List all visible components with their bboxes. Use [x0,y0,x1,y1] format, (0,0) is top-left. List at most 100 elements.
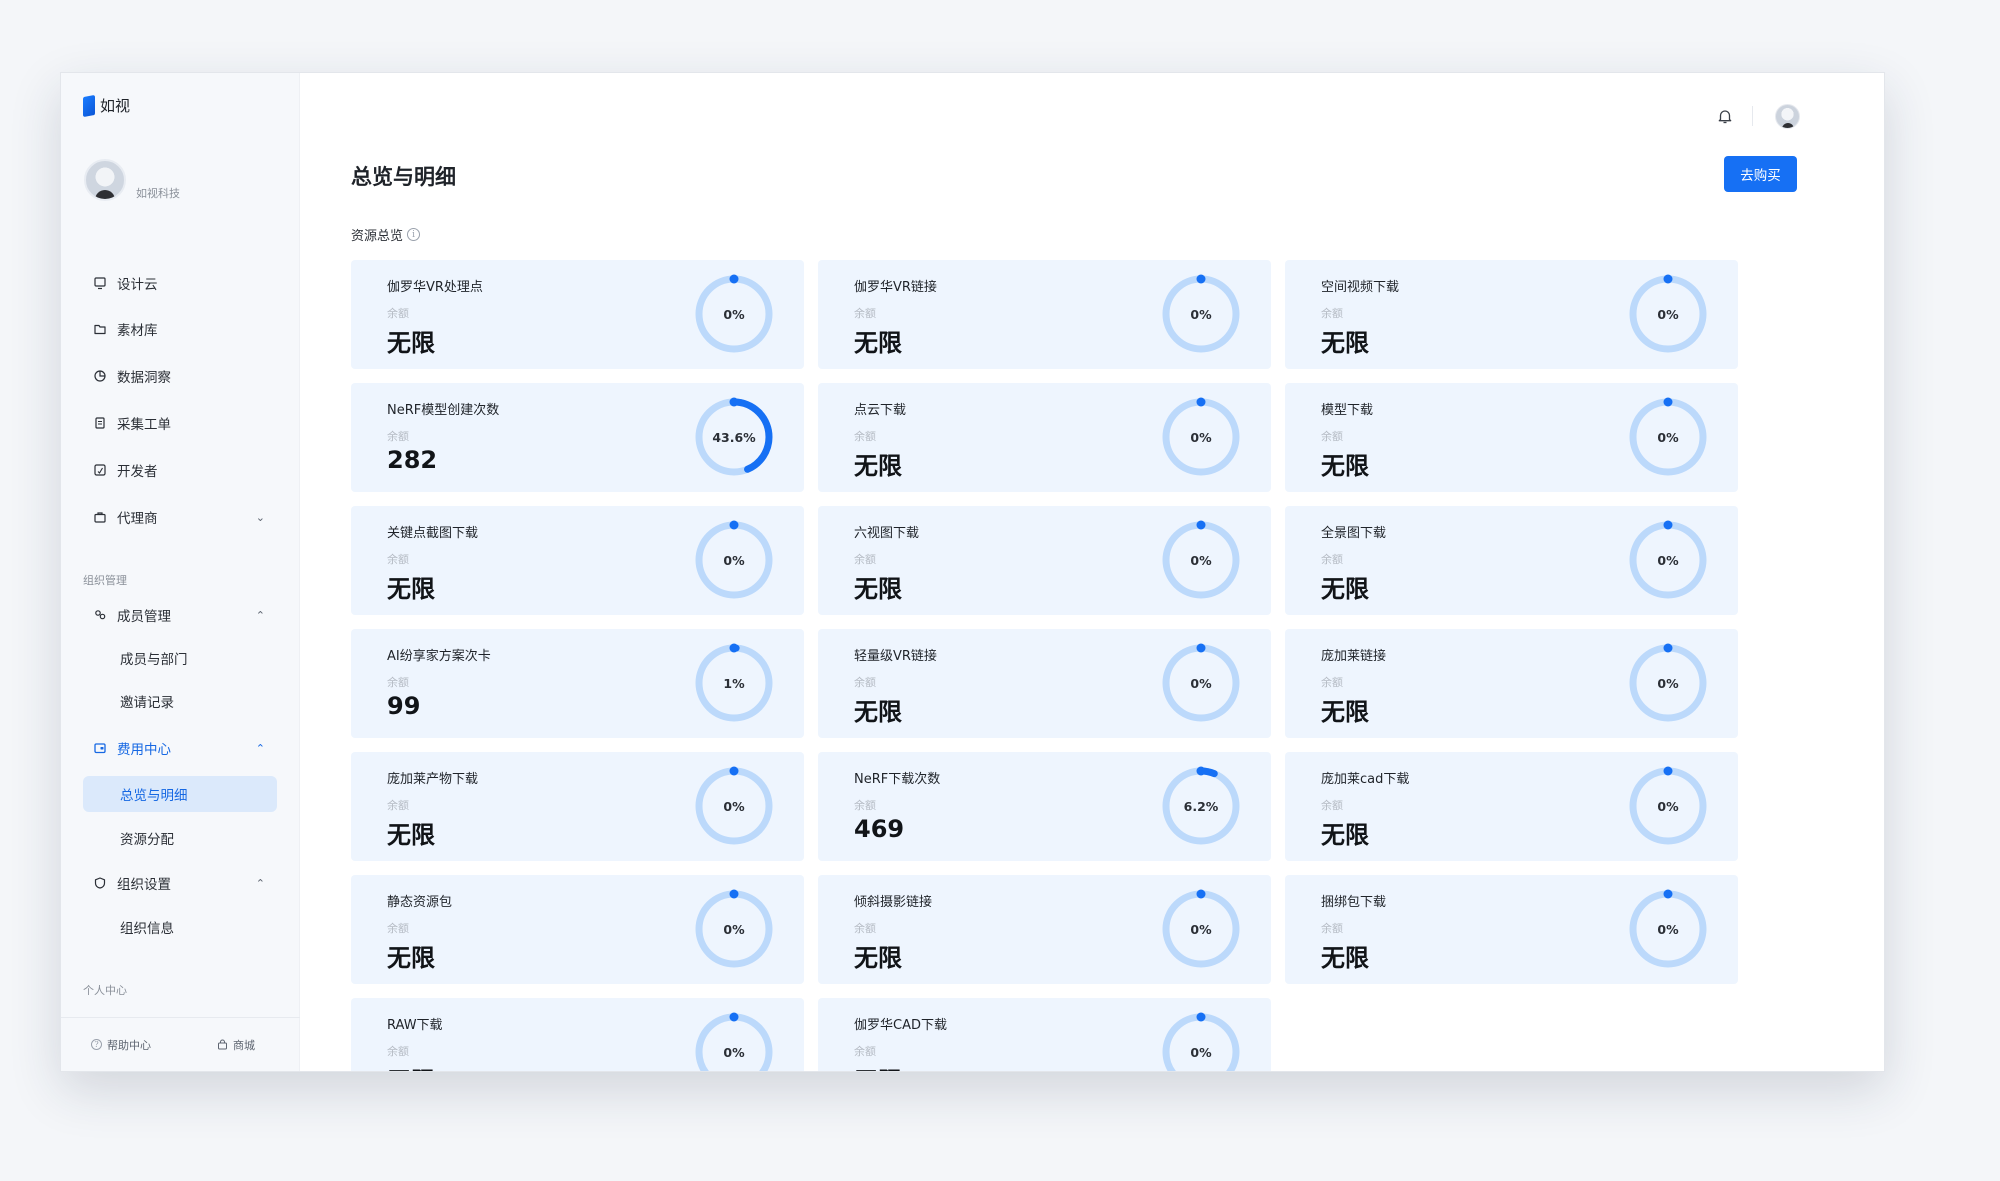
resource-card-balance-label: 余额 [387,307,409,320]
resource-card-balance-label: 余额 [387,799,409,812]
resource-card-balance-label: 余额 [1321,553,1343,566]
help-center-link[interactable]: ? 帮助中心 [91,1037,151,1053]
nav-item-material-library[interactable]: 素材库 [83,313,277,345]
usage-percent-label: 43.6% [712,429,756,445]
usage-percent-label: 1% [723,675,745,691]
section-label-personal: 个人中心 [83,984,127,997]
shop-label: 商城 [233,1038,255,1052]
resource-card: NeRF模型创建次数 余额 282 43.6% [351,383,804,492]
resource-card: 六视图下载 余额 无限 0% [818,506,1271,615]
resource-card-value: 无限 [387,1061,435,1071]
usage-percent-label: 0% [1657,921,1679,937]
resource-card-title: NeRF下载次数 [854,772,941,787]
resource-card: 点云下载 余额 无限 0% [818,383,1271,492]
users-icon [95,610,106,620]
resource-card-balance-label: 余额 [854,307,876,320]
info-icon[interactable]: i [407,228,421,241]
usage-percent-label: 0% [1657,552,1679,568]
resource-card-balance-label: 余额 [1321,799,1343,812]
resource-card-title: RAW下载 [387,1018,443,1033]
resource-card-title: 伽罗华VR处理点 [387,280,483,295]
resource-card-value: 99 [387,692,421,720]
resource-card: 伽罗华VR链接 余额 无限 0% [818,260,1271,369]
nav-item-label: 数据洞察 [117,370,171,386]
nav-item-label: 组织设置 [117,877,171,893]
nav-item-overview-details[interactable]: 总览与明细 [83,776,277,812]
nav-item-agent[interactable]: 代理商 ⌄ [83,501,277,533]
resource-card: 捆绑包下载 余额 无限 0% [1285,875,1738,984]
nav-item-data-insight[interactable]: 数据洞察 [83,360,277,392]
resource-overview-heading: 资源总览 i [351,225,421,244]
folder-icon [94,324,106,335]
nav-item-work-orders[interactable]: 采集工单 [83,407,277,439]
document-icon [95,417,105,429]
nav-item-billing-center[interactable]: 费用中心 ⌃ [83,732,277,764]
pie-chart-icon [94,370,106,382]
chevron-up-icon: ⌃ [255,741,265,755]
app-logo[interactable]: 如视 [83,94,131,117]
resource-card: 庞加莱链接 余额 无限 0% [1285,629,1738,738]
page-title: 总览与明细 [351,165,456,189]
nav-item-developer[interactable]: 开发者 [83,454,277,486]
nav-item-label: 资源分配 [120,832,174,848]
org-profile[interactable]: 如视科技 [84,159,180,201]
resource-card: 伽罗华CAD下载余额无限 0% [818,998,1271,1071]
bell-icon[interactable] [1716,107,1734,125]
resource-card-title: 模型下载 [1321,403,1374,418]
resource-card-value: 无限 [1321,575,1369,603]
logo-text: 如视 [100,97,131,115]
nav-item-members-departments[interactable]: 成员与部门 [83,642,277,674]
resource-card-balance-label: 余额 [854,430,876,443]
resource-card-value: 无限 [1321,329,1369,357]
resource-card-balance-label: 余额 [1321,430,1343,443]
nav-item-label: 设计云 [117,277,158,293]
resource-card: NeRF下载次数 余额 469 6.2% [818,752,1271,861]
nav-item-label: 成员管理 [117,609,171,625]
nav-item-invite-records[interactable]: 邀请记录 [83,685,277,717]
resource-card-balance-label: 余额 [387,1045,409,1058]
section-title-text: 资源总览 [351,229,404,244]
resource-card-balance-label: 余额 [854,799,876,812]
resource-card-value: 无限 [1321,944,1369,972]
resource-card-title: 庞加莱产物下载 [387,772,479,787]
help-center-label: 帮助中心 [107,1038,151,1052]
resource-card-value: 469 [854,815,905,843]
nav-item-design-cloud[interactable]: 设计云 [83,267,277,299]
resource-card-value: 无限 [854,575,902,603]
user-avatar[interactable] [1775,104,1800,129]
resource-card-value: 无限 [854,329,902,357]
resource-card-value: 无限 [387,575,435,603]
usage-percent-label: 0% [1657,798,1679,814]
resource-card-value: 无限 [387,944,435,972]
resource-card: 倾斜摄影链接 余额 无限 0% [818,875,1271,984]
resource-card-value: 无限 [387,329,435,357]
usage-percent-label: 0% [1190,552,1212,568]
app-window: 如视 如视科技 设计云 素材库 数据洞察 采集工单 开发者 代理商 ⌄ 组织管理… [60,72,1885,1072]
usage-percent-label: 6.2% [1183,798,1219,814]
resource-card-value: 无限 [854,944,902,972]
resource-card: 伽罗华VR处理点 余额 无限 0% [351,260,804,369]
nav-item-org-settings[interactable]: 组织设置 ⌃ [83,867,277,899]
buy-button[interactable]: 去购买 [1724,156,1797,192]
resource-card: AI纷享家方案次卡 余额 99 1% [351,629,804,738]
nav-item-member-management[interactable]: 成员管理 ⌃ [83,599,277,631]
help-icon: ? [91,1039,102,1050]
shop-link[interactable]: 商城 [217,1037,255,1053]
resource-card-title: 空间视频下载 [1321,280,1400,295]
resource-card-balance-label: 余额 [1321,922,1343,935]
resource-card: 空间视频下载 余额 无限 0% [1285,260,1738,369]
briefcase-icon [94,512,106,523]
resource-card-balance-label: 余额 [854,676,876,689]
nav-item-label: 采集工单 [117,417,171,433]
sidebar: 如视 如视科技 设计云 素材库 数据洞察 采集工单 开发者 代理商 ⌄ 组织管理… [61,73,300,1071]
monitor-icon [94,277,106,290]
nav-item-resource-allocation[interactable]: 资源分配 [83,822,277,854]
nav-item-label: 总览与明细 [120,788,188,804]
nav-item-org-info[interactable]: 组织信息 [83,911,277,943]
usage-percent-label: 0% [1190,675,1212,691]
usage-percent-label: 0% [723,552,745,568]
resource-card: 模型下载 余额 无限 0% [1285,383,1738,492]
resource-card: 静态资源包 余额 无限 0% [351,875,804,984]
usage-percent-label: 0% [1190,921,1212,937]
resource-card-title: 静态资源包 [387,895,453,910]
